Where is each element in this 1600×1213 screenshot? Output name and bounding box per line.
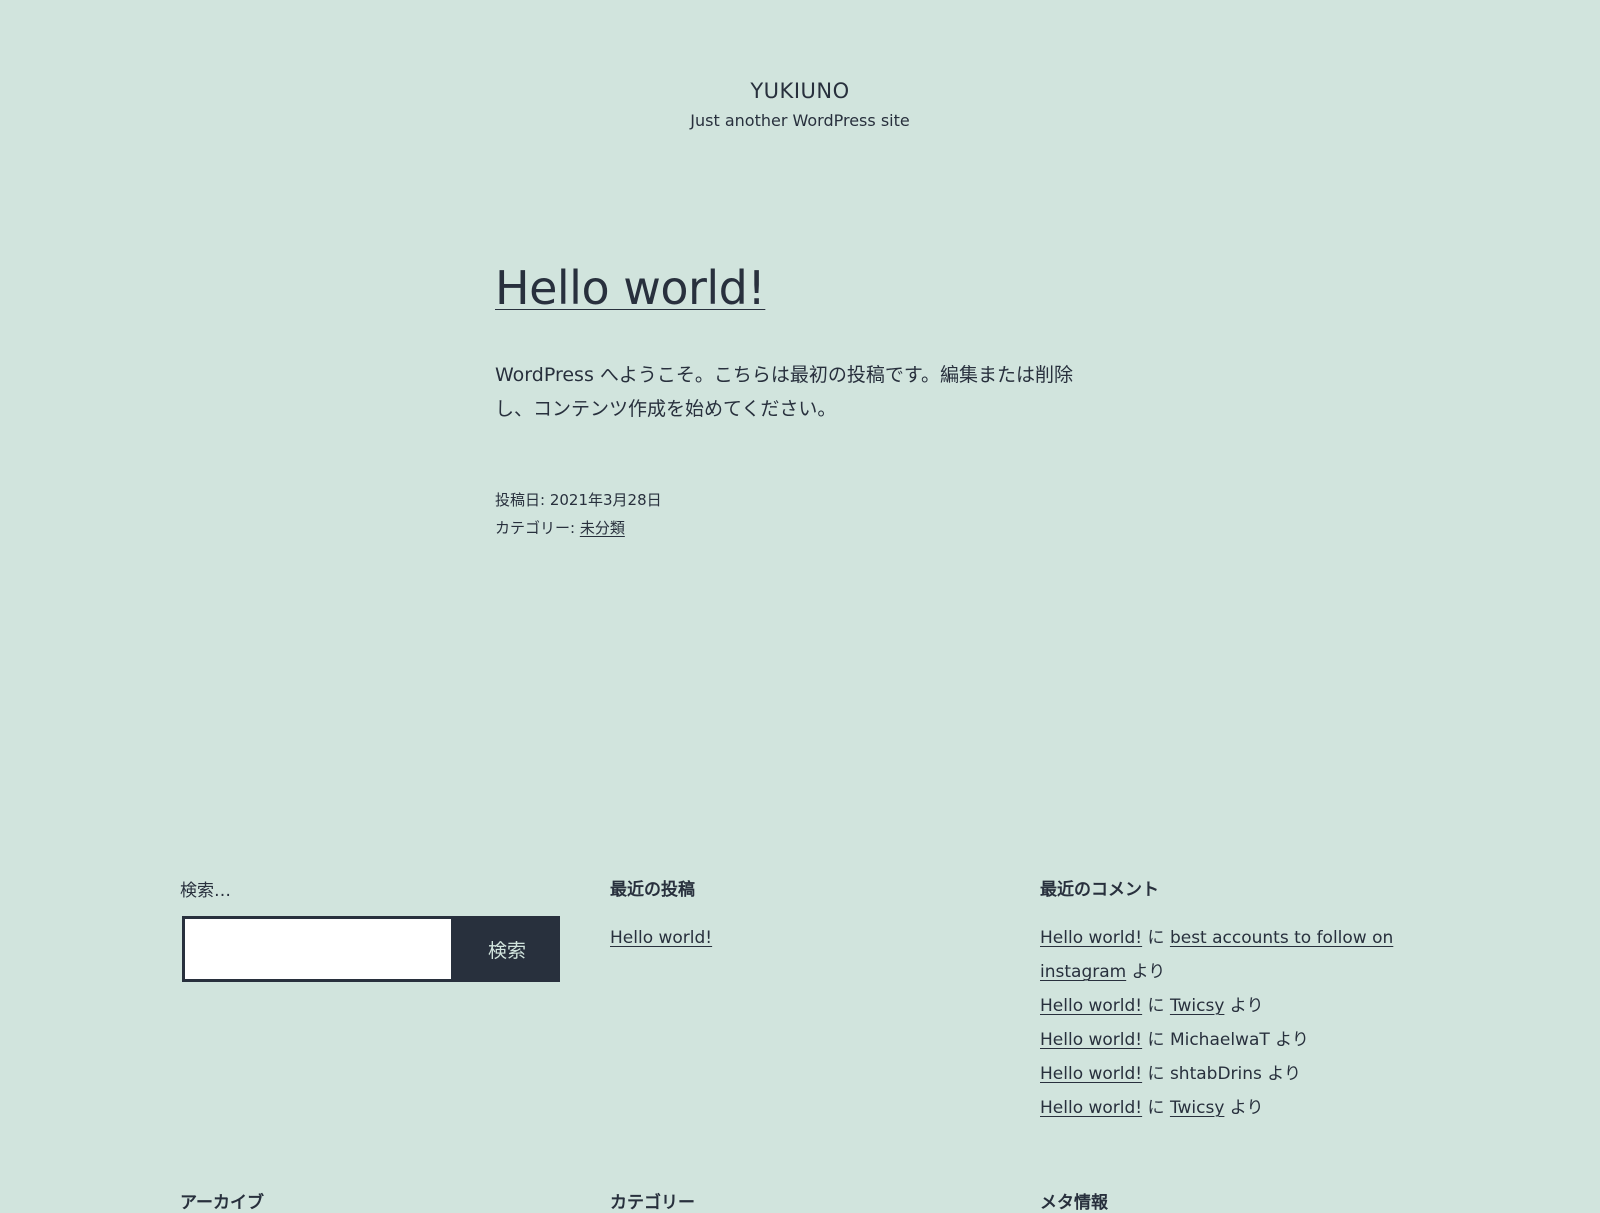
list-item: Hello world! に Twicsy より [1040,989,1420,1023]
meta-widget-title: メタ情報 [1040,1193,1108,1213]
comment-post-link[interactable]: Hello world! [1040,1098,1142,1118]
site-title[interactable]: YUKIUNO [0,74,1600,108]
comment-connector: より [1224,1098,1264,1118]
post-meta: 投稿日: 2021年3月28日 カテゴリー: 未分類 [495,486,1095,542]
post-date-row: 投稿日: 2021年3月28日 [495,486,1095,514]
post-category-label: カテゴリー: [495,519,580,537]
category-widget-title: カテゴリー [610,1193,695,1213]
site-description: Just another WordPress site [690,111,910,130]
list-item: Hello world! に shtabDrins より [1040,1057,1420,1091]
post-category-link[interactable]: 未分類 [580,519,625,537]
post-content: WordPress へようこそ。こちらは最初の投稿です。編集または削除し、コンテ… [495,364,1073,420]
archive-widget-title: アーカイブ [180,1193,264,1213]
recent-post-link[interactable]: Hello world! [610,928,712,948]
list-item: Hello world! [610,921,990,955]
comment-connector: より [1126,962,1166,982]
list-item: Hello world! に best accounts to follow o… [1040,921,1420,989]
search-label: 検索… [180,881,231,901]
post-title: Hello world! [495,258,1095,318]
comment-connector: に [1142,1098,1170,1118]
search-form: 検索 [180,916,560,982]
comment-author-link[interactable]: Twicsy [1170,996,1224,1016]
comment-author-link[interactable]: Twicsy [1170,1098,1224,1118]
comment-post-link[interactable]: Hello world! [1040,1030,1142,1050]
search-widget: 検索… 検索 [180,880,560,982]
list-item: Hello world! に Twicsy より [1040,1091,1420,1125]
comment-connector: に [1142,1030,1170,1050]
recent-comments-widget: 最近のコメント Hello world! に best accounts to … [1040,880,1420,1125]
post-category-row: カテゴリー: 未分類 [495,514,1095,542]
comment-post-link[interactable]: Hello world! [1040,996,1142,1016]
comment-connector: より [1269,1030,1309,1050]
post-date-label: 投稿日: [495,491,550,509]
post-title-link[interactable]: Hello world! [495,261,766,315]
comment-connector: より [1224,996,1264,1016]
comment-connector: に [1142,996,1170,1016]
search-input[interactable] [182,916,454,982]
comment-connector: に [1142,1064,1170,1084]
post-date: 2021年3月28日 [549,491,662,509]
comment-connector: より [1261,1064,1301,1084]
comment-author: MichaelwaT [1169,1030,1270,1050]
comment-post-link[interactable]: Hello world! [1040,1064,1142,1084]
recent-posts-title: 最近の投稿 [610,880,695,900]
comment-author: shtabDrins [1169,1064,1262,1084]
list-item: Hello world! に MichaelwaT より [1040,1023,1420,1057]
recent-comments-title: 最近のコメント [1040,880,1159,900]
comment-post-link[interactable]: Hello world! [1040,928,1142,948]
recent-comments-list: Hello world! に best accounts to follow o… [1040,921,1420,1125]
site-header: YUKIUNO Just another WordPress site [0,74,1600,134]
search-button[interactable]: 検索 [454,916,560,982]
recent-posts-list: Hello world! [610,921,990,955]
post-article: Hello world! WordPress へようこそ。こちらは最初の投稿です… [495,258,1095,542]
comment-connector: に [1142,928,1170,948]
recent-posts-widget: 最近の投稿 Hello world! [610,880,990,955]
